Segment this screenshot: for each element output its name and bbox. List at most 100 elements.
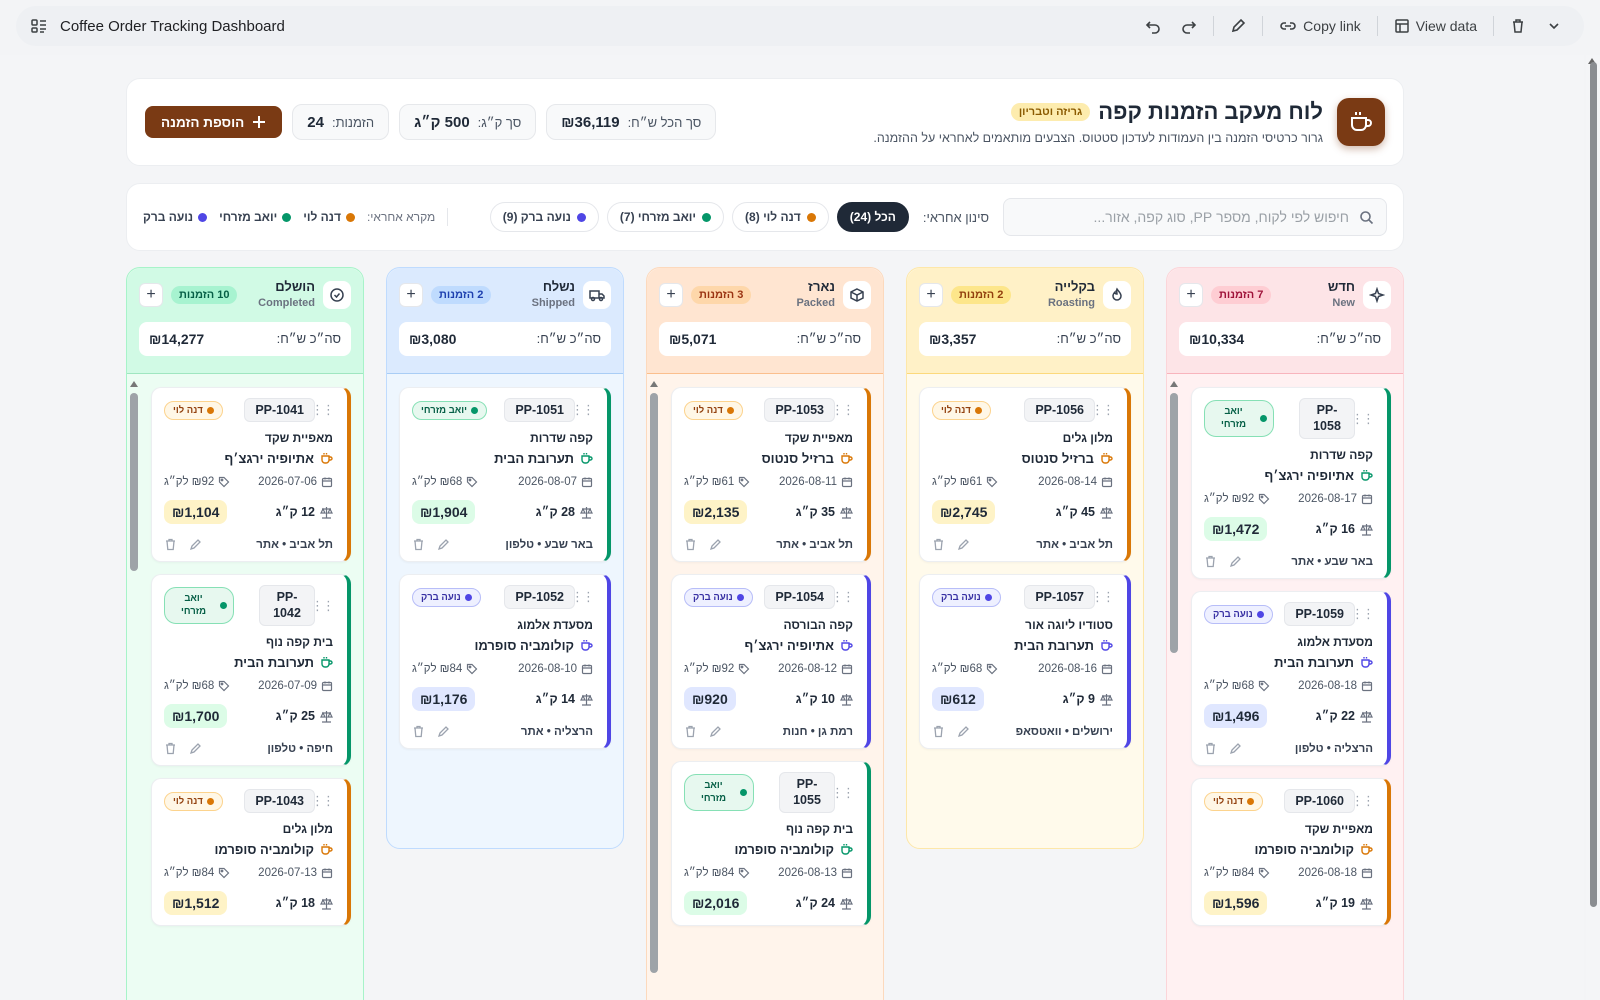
column-scroll-up-arrow[interactable] xyxy=(1170,381,1178,387)
add-card-button[interactable]: + xyxy=(659,282,683,307)
edit-icon[interactable] xyxy=(189,742,202,755)
order-card[interactable]: ⋮⋮ PP-1042 יואב מזרחי בית קפה נוף תערובת… xyxy=(151,574,351,767)
filter-chip-dana[interactable]: דנה לוי (8) xyxy=(732,202,829,232)
edit-icon[interactable] xyxy=(437,538,450,551)
owner-dot xyxy=(345,212,355,222)
order-card[interactable]: ⋮⋮ PP-1043 דנה לוי מלון גלים קולומביה סו… xyxy=(151,778,351,927)
order-card[interactable]: ⋮⋮ PP-1059 נועה ברק מסעדת אלמוג תערובת ה… xyxy=(1191,591,1391,767)
tag-icon xyxy=(986,663,998,675)
column-completed[interactable]: הושלם Completed 10 הזמנות + סה״כ ש״ח: ₪14… xyxy=(126,267,364,1000)
order-card[interactable]: ⋮⋮ PP-1056 דנה לוי מלון גלים ברזיל סנטוס… xyxy=(919,387,1131,562)
owner-badge: נועה ברק xyxy=(1204,604,1273,624)
column-scrollbar-thumb[interactable] xyxy=(650,393,658,973)
order-weight-value: 14 ק״ג xyxy=(535,692,575,706)
delete-icon[interactable] xyxy=(684,538,697,551)
add-card-button[interactable]: + xyxy=(399,282,423,307)
filter-chip-noa[interactable]: נועה ברק (9) xyxy=(489,202,599,232)
undo-icon[interactable] xyxy=(1137,12,1169,40)
column-roasting[interactable]: בקלייה Roasting 2 הזמנות + סה״כ ש״ח: ₪3,3… xyxy=(906,267,1144,849)
tag-icon xyxy=(466,476,478,488)
order-card[interactable]: ⋮⋮ PP-1054 נועה ברק קפה הבורסה אתיופיה י… xyxy=(671,574,871,749)
order-card[interactable]: ⋮⋮ PP-1055 יואב מזרחי בית קפה נוף קולומב… xyxy=(671,761,871,927)
delete-icon[interactable] xyxy=(1204,742,1217,755)
coffee-cup-icon xyxy=(840,639,853,652)
order-date-value: 2026-08-16 xyxy=(1038,663,1097,675)
delete-icon[interactable] xyxy=(412,725,425,738)
delete-icon[interactable] xyxy=(164,742,177,755)
column-packed[interactable]: נארז Packed 3 הזמנות + סה״כ ש״ח: ₪5,071 ⋮… xyxy=(646,267,884,1000)
redo-icon[interactable] xyxy=(1173,12,1205,40)
filter-chip-yoav[interactable]: יואב מזרחי (7) xyxy=(606,202,725,232)
column-new[interactable]: חדש New 7 הזמנות + סה״כ ש״ח: ₪10,334 ⋮⋮ P… xyxy=(1166,267,1404,1000)
order-card[interactable]: ⋮⋮ PP-1041 דנה לוי מאפיית שקד אתיופיה יר… xyxy=(151,387,351,562)
drag-handle-icon[interactable]: ⋮⋮ xyxy=(1351,411,1375,427)
drag-handle-icon[interactable]: ⋮⋮ xyxy=(311,402,335,418)
dashboard-icon[interactable] xyxy=(30,17,48,35)
drag-handle-icon[interactable]: ⋮⋮ xyxy=(311,793,335,809)
coffee-type: אתיופיה ירגצ׳ף xyxy=(744,638,834,653)
edit-icon[interactable] xyxy=(957,538,970,551)
order-card[interactable]: ⋮⋮ PP-1052 נועה ברק מסעדת אלמוג קולומביה… xyxy=(399,574,611,749)
page-title: לוח מעקב הזמנות קפה xyxy=(1098,99,1323,124)
drag-handle-icon[interactable]: ⋮⋮ xyxy=(1091,589,1115,605)
drag-handle-icon[interactable]: ⋮⋮ xyxy=(831,589,855,605)
edit-icon[interactable] xyxy=(957,725,970,738)
copy-link-button[interactable]: Copy link xyxy=(1271,11,1369,41)
add-card-button[interactable]: + xyxy=(1179,282,1203,307)
edit-icon[interactable] xyxy=(1229,555,1242,568)
edit-icon[interactable] xyxy=(1222,12,1254,40)
add-order-button[interactable]: הוספת הזמנה xyxy=(145,106,283,138)
column-total: סה״כ ש״ח: ₪14,277 xyxy=(139,321,351,356)
column-shipped[interactable]: נשלח Shipped 2 הזמנות + סה״כ ש״ח: ₪3,080 … xyxy=(386,267,624,849)
filter-chip-all[interactable]: הכל (24) xyxy=(836,202,909,232)
scale-icon xyxy=(320,710,333,723)
drag-handle-icon[interactable]: ⋮⋮ xyxy=(571,589,595,605)
order-card[interactable]: ⋮⋮ PP-1058 יואב מזרחי קפה שדרות אתיופיה … xyxy=(1191,387,1391,580)
view-data-button[interactable]: View data xyxy=(1386,12,1485,40)
edit-icon[interactable] xyxy=(1229,742,1242,755)
order-card[interactable]: ⋮⋮ PP-1057 נועה ברק סטודיו ליוגה אור תער… xyxy=(919,574,1131,749)
header-badge: גריזה וטבריון xyxy=(1010,103,1091,121)
card-list: ⋮⋮ PP-1041 דנה לוי מאפיית שקד אתיופיה יר… xyxy=(127,375,363,1000)
chevron-down-icon[interactable] xyxy=(1538,12,1570,40)
drag-handle-icon[interactable]: ⋮⋮ xyxy=(831,402,855,418)
delete-icon[interactable] xyxy=(412,538,425,551)
edit-icon[interactable] xyxy=(709,538,722,551)
price-per-kg: ₪92 לק״ג xyxy=(164,476,230,488)
add-card-button[interactable]: + xyxy=(139,282,163,307)
edit-icon[interactable] xyxy=(709,725,722,738)
order-weight-value: 10 ק״ג xyxy=(795,692,835,706)
edit-icon[interactable] xyxy=(189,538,202,551)
delete-icon[interactable] xyxy=(932,538,945,551)
column-scrollbar-thumb[interactable] xyxy=(130,393,138,571)
price-per-kg-value: ₪68 לק״ג xyxy=(932,663,983,675)
column-scroll-up-arrow[interactable] xyxy=(130,381,138,387)
scale-icon xyxy=(840,506,853,519)
stat-total-amount: סך הכל ש״ח: ₪36,119 xyxy=(546,104,717,140)
tag-icon xyxy=(738,476,750,488)
drag-handle-icon[interactable]: ⋮⋮ xyxy=(831,785,855,801)
drag-handle-icon[interactable]: ⋮⋮ xyxy=(1351,793,1375,809)
order-card[interactable]: ⋮⋮ PP-1060 דנה לוי מאפיית שקד קולומביה ס… xyxy=(1191,778,1391,927)
drag-handle-icon[interactable]: ⋮⋮ xyxy=(571,402,595,418)
add-card-button[interactable]: + xyxy=(919,282,943,307)
delete-icon[interactable] xyxy=(1204,555,1217,568)
drag-handle-icon[interactable]: ⋮⋮ xyxy=(1351,606,1375,622)
order-card[interactable]: ⋮⋮ PP-1053 דנה לוי מאפיית שקד ברזיל סנטו… xyxy=(671,387,871,562)
delete-icon[interactable] xyxy=(684,725,697,738)
legend-label: דנה לוי xyxy=(303,210,341,224)
price-per-kg-value: ₪84 לק״ג xyxy=(412,663,463,675)
page-scrollbar-thumb[interactable] xyxy=(1590,62,1597,907)
drag-handle-icon[interactable]: ⋮⋮ xyxy=(1091,402,1115,418)
delete-icon[interactable] xyxy=(932,725,945,738)
column-scroll-up-arrow[interactable] xyxy=(650,381,658,387)
column-scrollbar-thumb[interactable] xyxy=(1170,393,1178,653)
delete-icon[interactable] xyxy=(164,538,177,551)
owner-dot xyxy=(206,797,214,805)
edit-icon[interactable] xyxy=(437,725,450,738)
drag-handle-icon[interactable]: ⋮⋮ xyxy=(311,598,335,614)
trash-icon[interactable] xyxy=(1502,12,1534,40)
search-input[interactable]: חיפוש לפי לקוח, מספר PP, סוג קפה, אזור..… xyxy=(1003,198,1387,236)
order-card[interactable]: ⋮⋮ PP-1051 יואב מזרחי קפה שדרות תערובת ה… xyxy=(399,387,611,562)
coffee-type: קולומביה סופרמו xyxy=(734,842,834,858)
